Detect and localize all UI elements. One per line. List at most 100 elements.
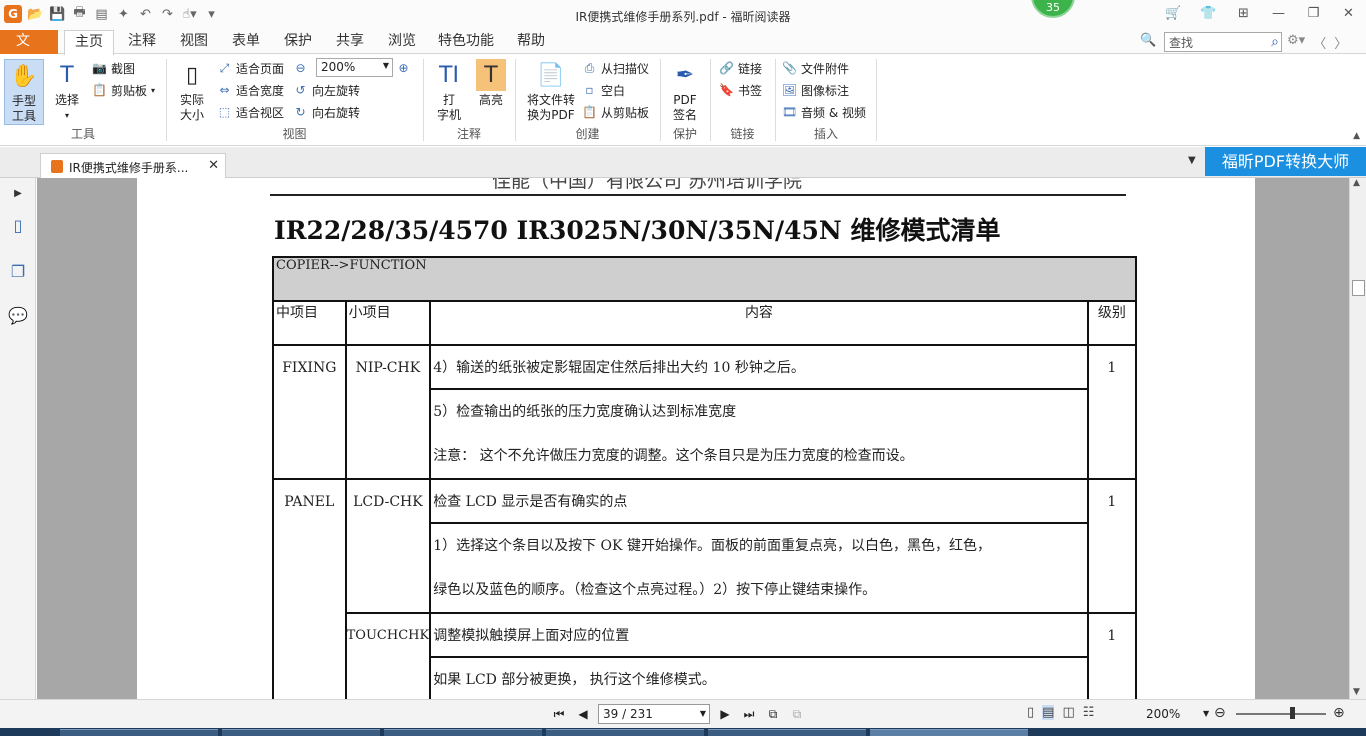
typewriter-button[interactable]: TI 打 字机	[432, 59, 466, 123]
hand-tool-button[interactable]: ✋ 手型 工具	[4, 59, 44, 125]
level-cell: 1	[1086, 344, 1138, 480]
next-page-icon[interactable]: ▶	[716, 705, 734, 723]
close-icon[interactable]: ✕	[1331, 0, 1366, 26]
select-dropdown-icon[interactable]: ▾	[65, 108, 69, 123]
zoom-in-circle-icon[interactable]: ⊕	[1333, 705, 1345, 721]
taskbar-item[interactable]	[870, 729, 1028, 736]
prev-page-icon[interactable]: ◀	[574, 705, 592, 723]
back-icon[interactable]: 〈	[1313, 33, 1326, 52]
tab-home[interactable]: 主页	[64, 30, 114, 55]
link-icon: 🔗	[719, 61, 734, 75]
group-tools: ✋ 手型 工具 T 选择 ▾ 📷 截图 📋 剪贴板 ▾ 工具	[0, 55, 166, 145]
expand-panel-icon[interactable]: ▶	[8, 182, 28, 204]
rotate-right-button[interactable]: ↻ 向右旋转	[293, 102, 360, 122]
image-annotation-button[interactable]: 🖼 图像标注	[782, 80, 849, 100]
vertical-scrollbar[interactable]: ▲ ▼	[1349, 178, 1366, 699]
next-view-icon[interactable]: ⧉	[788, 705, 806, 723]
tab-form[interactable]: 表单	[232, 30, 260, 54]
page-header: 佳能（中国）有限公司 苏州培训学院	[492, 178, 803, 192]
zoom-slider[interactable]	[1236, 713, 1326, 715]
tab-comment[interactable]: 注释	[128, 30, 156, 54]
group-links-label: 链接	[730, 127, 755, 141]
promo-banner[interactable]: 福昕PDF转换大师	[1205, 147, 1366, 176]
tab-list-dropdown-icon[interactable]: ▼	[1188, 155, 1196, 166]
from-clipboard-button[interactable]: 📋 从剪贴板	[582, 102, 649, 122]
single-page-icon[interactable]: ▯	[1027, 705, 1034, 720]
taskbar-item[interactable]	[708, 729, 866, 736]
skin-icon[interactable]: 👕	[1191, 0, 1226, 26]
zoom-out-button[interactable]: ⊖	[293, 58, 308, 78]
ribbon-divider	[876, 59, 877, 141]
search-input[interactable]: 查找 ⌕	[1164, 32, 1282, 52]
rotate-left-label: 向左旋转	[312, 83, 361, 98]
prev-view-icon[interactable]: ⧉	[764, 705, 782, 723]
page-dropdown-icon[interactable]: ▼	[700, 709, 706, 718]
blank-button[interactable]: ▫ 空白	[582, 80, 625, 100]
tab-protect[interactable]: 保护	[284, 30, 312, 54]
fit-width-button[interactable]: ⇔ 适合宽度	[217, 80, 284, 100]
close-tab-icon[interactable]: ✕	[208, 158, 219, 173]
select-tool-button[interactable]: T 选择 ▾	[50, 59, 84, 123]
taskbar-item[interactable]	[222, 729, 380, 736]
find-folder-icon[interactable]: 🔍	[1140, 33, 1156, 48]
convert-to-pdf-button[interactable]: 📄 将文件转 换为PDF	[522, 59, 580, 123]
pdf-sign-button[interactable]: ✒ PDF 签名	[667, 59, 703, 123]
document-tab[interactable]: IR便携式维修手册系... ✕	[40, 153, 226, 178]
page-number-input[interactable]: 39 / 231 ▼	[598, 704, 710, 724]
ribbon-collapse-icon[interactable]: ▲	[1353, 131, 1360, 141]
taskbar-item[interactable]	[384, 729, 542, 736]
zoom-combo[interactable]: 200% ▼	[316, 58, 393, 77]
continuous-icon[interactable]: ▤	[1042, 705, 1055, 720]
tab-share[interactable]: 共享	[336, 30, 364, 54]
search-icon[interactable]: ⌕	[1271, 34, 1279, 50]
clipboard-button[interactable]: 📋 剪贴板 ▾	[92, 80, 155, 100]
taskbar-item[interactable]	[60, 729, 218, 736]
from-scanner-button[interactable]: ⎙ 从扫描仪	[582, 58, 649, 78]
file-attachment-button[interactable]: 📎 文件附件	[782, 58, 849, 78]
scroll-up-icon[interactable]: ▲	[1353, 178, 1360, 188]
fit-page-button[interactable]: ⤢ 适合页面	[217, 58, 284, 78]
zoom-level[interactable]: 200%	[1146, 707, 1180, 721]
pages-icon[interactable]: ▯	[8, 214, 28, 236]
grid-icon[interactable]: ⊞	[1226, 0, 1261, 26]
zoom-dropdown-icon[interactable]: ▼	[383, 61, 389, 70]
maximize-icon[interactable]: ❐	[1296, 0, 1331, 26]
settings-icon[interactable]: ⚙▾	[1287, 33, 1305, 52]
zoom-level-dropdown-icon[interactable]: ▼	[1203, 709, 1209, 718]
highlight-button[interactable]: T 高亮	[474, 59, 508, 108]
comments-icon[interactable]: 💬	[8, 304, 28, 326]
fit-page-icon: ⤢	[219, 60, 230, 75]
document-viewport[interactable]: 佳能（中国）有限公司 苏州培训学院 IR22/28/35/4570 IR3025…	[37, 178, 1349, 699]
audio-video-button[interactable]: 🎞 音频 & 视频	[782, 102, 866, 122]
zoom-out-icon: ⊖	[295, 61, 306, 75]
link-button[interactable]: 🔗 链接	[719, 58, 762, 78]
navigation-panel: ▶ ▯ ❐ 💬	[0, 178, 36, 699]
highlight-icon: T	[476, 59, 506, 91]
zoom-out-circle-icon[interactable]: ⊖	[1214, 705, 1226, 721]
first-page-icon[interactable]: ⏮	[550, 705, 568, 723]
scroll-down-icon[interactable]: ▼	[1353, 687, 1360, 697]
screenshot-button[interactable]: 📷 截图	[92, 58, 135, 78]
actual-size-button[interactable]: ▯ 实际 大小	[175, 59, 209, 123]
fit-visible-button[interactable]: ⬚ 适合视区	[217, 102, 284, 122]
facing-icon[interactable]: ◫	[1062, 705, 1074, 720]
scroll-thumb[interactable]	[1352, 280, 1365, 296]
zoom-slider-handle[interactable]	[1290, 707, 1295, 719]
bookmark-button[interactable]: 🔖 书签	[719, 80, 762, 100]
tab-view[interactable]: 视图	[180, 30, 208, 54]
continuous-facing-icon[interactable]: ☷	[1083, 705, 1095, 720]
minimize-icon[interactable]: —	[1261, 0, 1296, 26]
taskbar-item[interactable]	[546, 729, 704, 736]
group-comment-label: 注释	[456, 127, 481, 141]
convert-label-2: 换为PDF	[527, 108, 575, 122]
forward-icon[interactable]: 〉	[1334, 33, 1347, 52]
last-page-icon[interactable]: ⏭	[740, 705, 758, 723]
tab-browse[interactable]: 浏览	[388, 30, 416, 54]
tab-help[interactable]: 帮助	[517, 30, 545, 54]
tab-features[interactable]: 特色功能	[438, 30, 494, 54]
zoom-in-button[interactable]: ⊕	[396, 58, 411, 78]
rotate-left-button[interactable]: ↺ 向左旋转	[293, 80, 360, 100]
layers-icon[interactable]: ❐	[8, 260, 28, 282]
tab-file[interactable]: 文件	[0, 30, 58, 71]
cart-icon[interactable]: 🛒	[1156, 0, 1191, 26]
